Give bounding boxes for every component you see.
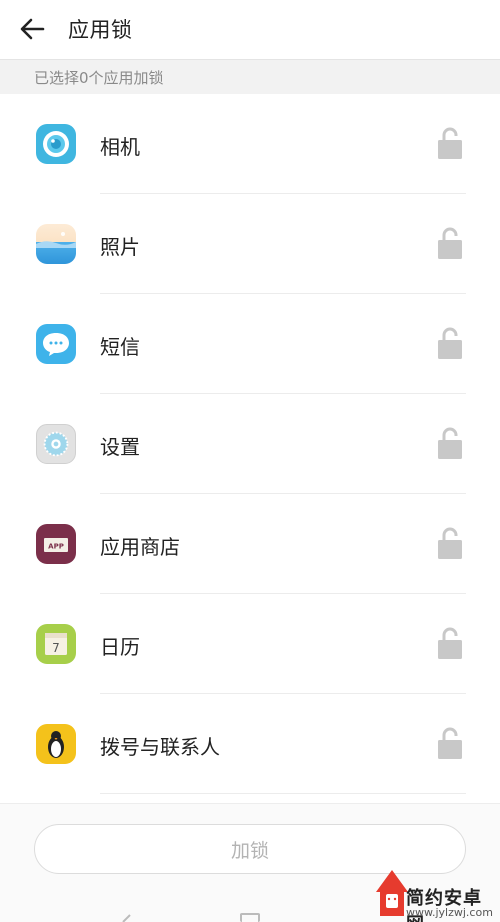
nav-home-icon[interactable] bbox=[240, 913, 260, 922]
page-title: 应用锁 bbox=[68, 18, 133, 42]
arrow-left-icon bbox=[20, 18, 45, 40]
app-row-dialer-contacts[interactable]: 拨号与联系人 bbox=[0, 694, 500, 794]
app-label: 拨号与联系人 bbox=[100, 735, 220, 759]
unlock-icon[interactable] bbox=[436, 426, 464, 460]
app-row-app-store[interactable]: APP 应用商店 bbox=[0, 494, 500, 594]
app-list: 相机 照片 短信 设置 APP 应用商店 7 日历 拨号与联系人 bbox=[0, 94, 500, 794]
app-lock-screen: 应用锁 已选择0个应用加锁 相机 照片 短信 设置 APP 应用商店 7 日历 … bbox=[0, 0, 500, 922]
app-label: 应用商店 bbox=[100, 535, 180, 559]
back-button[interactable] bbox=[0, 0, 64, 58]
calendar-icon: 7 bbox=[36, 624, 76, 664]
app-label: 设置 bbox=[100, 435, 140, 459]
app-row-photos[interactable]: 照片 bbox=[0, 194, 500, 294]
unlock-icon[interactable] bbox=[436, 226, 464, 260]
messages-icon bbox=[36, 324, 76, 364]
svg-text:7: 7 bbox=[52, 641, 60, 655]
unlock-icon[interactable] bbox=[436, 726, 464, 760]
unlock-icon[interactable] bbox=[436, 626, 464, 660]
camera-icon bbox=[36, 124, 76, 164]
unlock-icon[interactable] bbox=[436, 326, 464, 360]
photos-icon bbox=[36, 224, 76, 264]
selection-count-label: 已选择0个应用加锁 bbox=[0, 59, 500, 94]
watermark-url: www.jylzwj.com bbox=[406, 906, 493, 919]
dialer-contacts-icon bbox=[36, 724, 76, 764]
app-row-calendar[interactable]: 7 日历 bbox=[0, 594, 500, 694]
app-label: 相机 bbox=[100, 135, 140, 159]
nav-back-icon[interactable] bbox=[120, 912, 134, 922]
divider bbox=[100, 793, 466, 794]
top-bar: 应用锁 bbox=[0, 0, 500, 58]
app-store-icon: APP bbox=[36, 524, 76, 564]
app-label: 短信 bbox=[100, 335, 140, 359]
app-row-camera[interactable]: 相机 bbox=[0, 94, 500, 194]
svg-text:APP: APP bbox=[48, 543, 64, 551]
app-row-settings[interactable]: 设置 bbox=[0, 394, 500, 494]
settings-icon bbox=[36, 424, 76, 464]
unlock-icon[interactable] bbox=[436, 126, 464, 160]
app-label: 日历 bbox=[100, 635, 140, 659]
unlock-icon[interactable] bbox=[436, 526, 464, 560]
app-label: 照片 bbox=[100, 235, 140, 259]
app-row-messages[interactable]: 短信 bbox=[0, 294, 500, 394]
